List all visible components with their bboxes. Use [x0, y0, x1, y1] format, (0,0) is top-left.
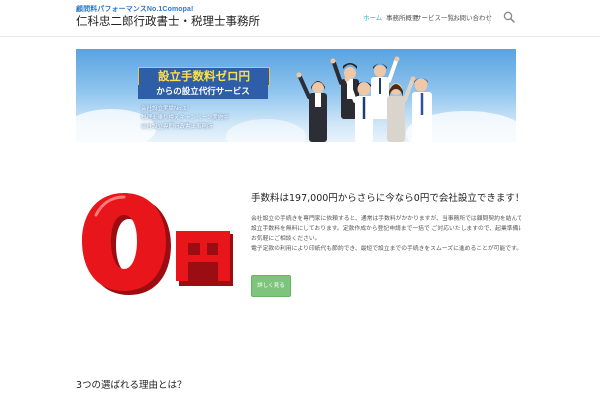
nav-divider: [489, 10, 490, 24]
site-logo[interactable]: 顧問料パフォーマンスNo.1Comopa! 仁科忠二郎行政書士・税理士事務所: [76, 6, 260, 29]
zero-yen-graphic[interactable]: [76, 185, 242, 297]
banner-point: 会社設立専門行政書士事務所: [141, 124, 213, 130]
banner-subtitle-box: からの設立代行サービス: [138, 85, 268, 99]
nav-item-services-label: サービス一覧: [415, 14, 454, 22]
banner-point: 税理士乗り換えキャンペーン実施中: [141, 115, 229, 121]
feature-body: 会社設立の手続きを専門家に依頼すると、通常は手数料がかかりますが、当事務所では顧…: [251, 214, 521, 254]
logo-name: 仁科忠二郎行政書士・税理士事務所: [76, 14, 260, 28]
banner-points: 会社設立実績No.1！ 税理士乗り換えキャンペーン実施中 会社設立専門行政書士事…: [141, 105, 229, 132]
banner-subtitle: からの設立代行サービス: [156, 87, 250, 97]
nav-item-home[interactable]: ホーム: [363, 13, 382, 23]
nav-item-about[interactable]: 事務所概要: [386, 13, 419, 23]
nav-item-contact[interactable]: お問い合わせ: [453, 13, 492, 23]
feature-body-line: 会社設立の手続きを専門家に依頼すると、通常は手数料がかかりますが、当事務所では顧…: [251, 216, 521, 222]
search-icon[interactable]: [503, 11, 515, 23]
section-heading: 3つの選ばれる理由とは？: [76, 380, 187, 391]
logo-tagline: 顧問料パフォーマンスNo.1Comopa!: [76, 6, 194, 13]
banner-title: 設立手数料ゼロ円: [158, 69, 250, 83]
site-header: 顧問料パフォーマンスNo.1Comopa! 仁科忠二郎行政書士・税理士事務所 ホ…: [0, 0, 600, 37]
feature-body-line: お気軽にご相談ください。: [251, 236, 321, 242]
feature-heading: 手数料は197,000円からさらに今なら0円で会社設立できます！: [251, 193, 525, 204]
hero-banner[interactable]: 設立手数料ゼロ円 からの設立代行サービス 会社設立実績No.1！ 税理士乗り換え…: [76, 49, 516, 142]
banner-point: 会社設立実績No.1！: [141, 106, 193, 112]
feature-body-line: 設立手数料を無料にしております。定款作成から登記申請まで一括で ご対応いたします…: [251, 226, 521, 232]
banner-title-box: 設立手数料ゼロ円: [138, 67, 270, 86]
feature-body-line: 電子定款の利用により印紙代も節約でき、最短で設立までの手続きをスムーズに進めるこ…: [251, 246, 521, 252]
business-people-illustration: [296, 56, 432, 142]
read-more-button[interactable]: 詳しく見る: [251, 275, 291, 297]
